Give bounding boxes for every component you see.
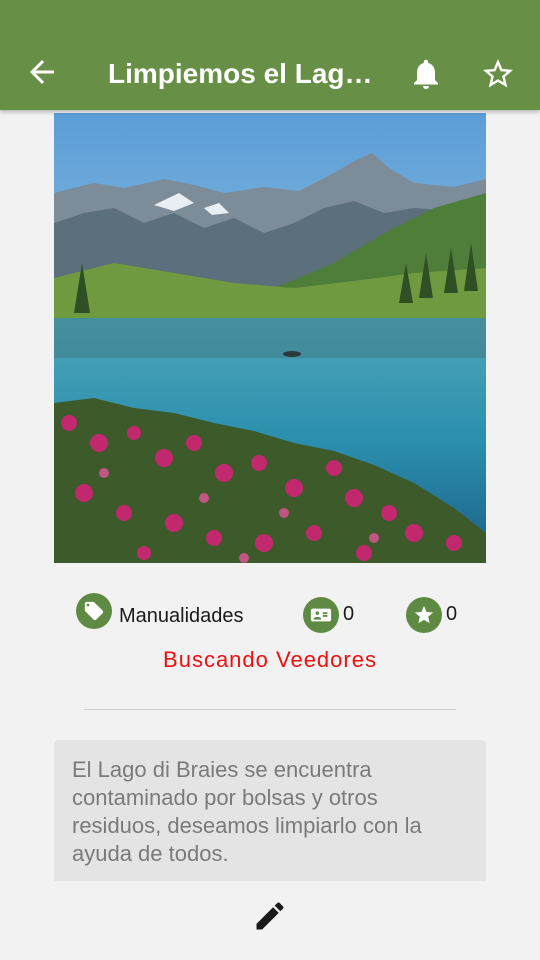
favorites-count: 0 [446, 603, 458, 625]
event-photo [54, 113, 486, 563]
app-bar: Limpiemos el Lago di Braies [0, 0, 540, 110]
status-text: Buscando Veedores [163, 647, 377, 672]
description-text: El Lago di Braies se encuentra contamina… [72, 757, 422, 866]
category-label: Manualidades [119, 605, 244, 627]
pencil-icon[interactable] [252, 898, 288, 934]
divider [84, 709, 456, 710]
star-outline-icon[interactable] [480, 54, 516, 94]
arrow-back-icon[interactable] [24, 54, 60, 90]
contact-card-icon [303, 597, 339, 633]
viewers-count: 0 [343, 603, 355, 625]
event-stats: Manualidades 0 0 [0, 590, 540, 640]
description-box: El Lago di Braies se encuentra contamina… [54, 740, 486, 881]
bell-icon[interactable] [408, 54, 444, 94]
star-icon [406, 597, 442, 633]
mountain-lake-photo [54, 113, 486, 563]
tag-icon [76, 593, 112, 629]
page-title: Limpiemos el Lago di Braies [108, 58, 378, 89]
